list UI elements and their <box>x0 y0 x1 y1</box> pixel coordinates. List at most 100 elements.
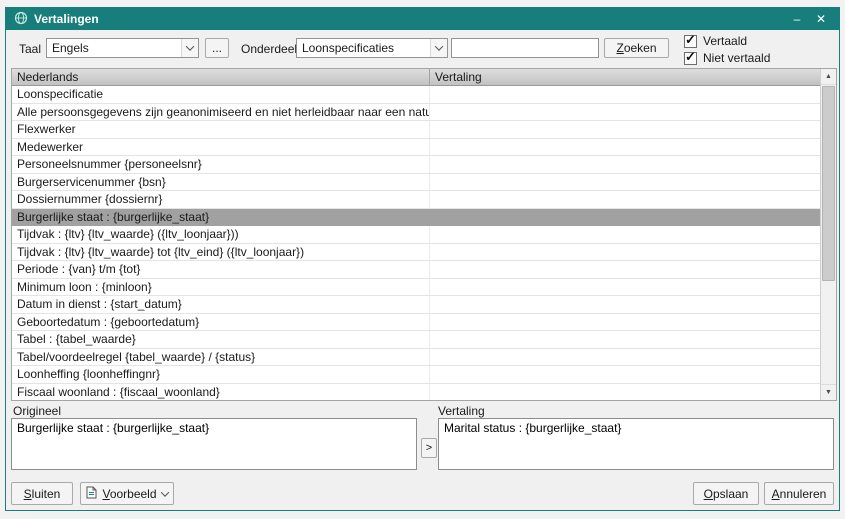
chevron-down-icon <box>181 39 198 57</box>
cell-vertaling <box>430 331 820 348</box>
cell-vertaling <box>430 139 820 156</box>
onderdeel-label: Onderdeel <box>241 42 297 56</box>
cell-nederlands: Dossiernummer {dossiernr} <box>12 191 430 208</box>
cell-nederlands: Personeelsnummer {personeelsnr} <box>12 156 430 173</box>
origineel-label: Origineel <box>13 404 61 418</box>
titlebar: Vertalingen – ✕ <box>6 8 839 30</box>
cell-vertaling <box>430 191 820 208</box>
cell-nederlands: Datum in dienst : {start_datum} <box>12 296 430 313</box>
cell-vertaling <box>430 121 820 138</box>
cell-nederlands: Alle persoonsgegevens zijn geanonimiseer… <box>12 104 430 121</box>
vertaald-checkbox-label: Vertaald <box>703 34 747 48</box>
translations-table: Nederlands Vertaling Loonspecificatie Al… <box>11 68 837 401</box>
preview-icon <box>86 486 97 502</box>
cell-nederlands: Geboortedatum : {geboortedatum} <box>12 314 430 331</box>
taal-combobox[interactable]: Engels <box>46 38 199 58</box>
table-row[interactable]: Datum in dienst : {start_datum} <box>12 296 820 314</box>
vertaling-textarea[interactable]: Marital status : {burgerlijke_staat} <box>438 418 834 470</box>
cell-vertaling <box>430 86 820 103</box>
cell-vertaling <box>430 349 820 366</box>
table-row[interactable]: Tijdvak : {ltv} {ltv_waarde} ({ltv_loonj… <box>12 226 820 244</box>
cell-vertaling <box>430 174 820 191</box>
column-header-nederlands[interactable]: Nederlands <box>12 69 430 85</box>
cell-nederlands: Burgerservicenummer {bsn} <box>12 174 430 191</box>
checkbox-box: ✓ <box>684 52 697 65</box>
cell-nederlands: Medewerker <box>12 139 430 156</box>
annuleren-button[interactable]: Annuleren <box>764 482 834 505</box>
table-body: Loonspecificatie Alle persoonsgegevens z… <box>12 86 820 400</box>
taal-combobox-value: Engels <box>47 41 181 55</box>
chevron-down-icon <box>430 39 447 57</box>
table-row[interactable]: Tijdvak : {ltv} {ltv_waarde} tot {ltv_ei… <box>12 244 820 262</box>
niet-vertaald-checkbox-label: Niet vertaald <box>703 51 770 65</box>
cell-nederlands: Tabel/voordeelregel {tabel_waarde} / {st… <box>12 349 430 366</box>
cell-vertaling <box>430 296 820 313</box>
vertaald-checkbox[interactable]: ✓ Vertaald <box>684 33 770 49</box>
filter-checkboxes: ✓ Vertaald ✓ Niet vertaald <box>684 33 770 67</box>
table-row[interactable]: Medewerker <box>12 139 820 157</box>
table-row[interactable]: Loonspecificatie <box>12 86 820 104</box>
cell-vertaling <box>430 261 820 278</box>
cell-vertaling <box>430 209 820 226</box>
vertalingen-dialog: Vertalingen – ✕ Taal Engels ... Onderdee… <box>5 7 840 511</box>
table-row[interactable]: Loonheffing {loonheffingnr} <box>12 366 820 384</box>
more-languages-button[interactable]: ... <box>205 38 229 58</box>
scroll-thumb[interactable] <box>822 86 835 281</box>
table-header: Nederlands Vertaling <box>12 69 820 86</box>
cell-nederlands: Periode : {van} t/m {tot} <box>12 261 430 278</box>
zoeken-button[interactable]: Zoeken <box>604 38 669 58</box>
table-row[interactable]: Geboortedatum : {geboortedatum} <box>12 314 820 332</box>
table-row[interactable]: Personeelsnummer {personeelsnr} <box>12 156 820 174</box>
voorbeeld-button[interactable]: Voorbeeld <box>80 482 174 505</box>
minimize-button[interactable]: – <box>787 12 807 26</box>
cell-nederlands: Flexwerker <box>12 121 430 138</box>
close-button[interactable]: ✕ <box>811 12 831 26</box>
onderdeel-combobox[interactable]: Loonspecificaties <box>296 38 448 58</box>
cell-vertaling <box>430 279 820 296</box>
scrollbar[interactable]: ▲ ▼ <box>820 69 836 400</box>
cell-vertaling <box>430 156 820 173</box>
cell-nederlands: Tijdvak : {ltv} {ltv_waarde} ({ltv_loonj… <box>12 226 430 243</box>
check-icon: ✓ <box>685 32 696 48</box>
cell-nederlands: Tijdvak : {ltv} {ltv_waarde} tot {ltv_ei… <box>12 244 430 261</box>
scroll-up-button[interactable]: ▲ <box>821 69 836 85</box>
origineel-textarea[interactable]: Burgerlijke staat : {burgerlijke_staat} <box>11 418 417 470</box>
cell-vertaling <box>430 226 820 243</box>
scroll-down-button[interactable]: ▼ <box>821 384 836 400</box>
vertaling-label: Vertaling <box>438 404 485 418</box>
sluiten-button[interactable]: Sluiten <box>11 482 73 505</box>
cell-nederlands: Tabel : {tabel_waarde} <box>12 331 430 348</box>
cell-nederlands: Burgerlijke staat : {burgerlijke_staat} <box>12 209 430 226</box>
table-row[interactable]: Tabel/voordeelregel {tabel_waarde} / {st… <box>12 349 820 367</box>
cell-vertaling <box>430 104 820 121</box>
table-row[interactable]: Burgerlijke staat : {burgerlijke_staat} <box>12 209 820 227</box>
opslaan-button[interactable]: Opslaan <box>693 482 759 505</box>
table-row[interactable]: Periode : {van} t/m {tot} <box>12 261 820 279</box>
chevron-down-icon <box>160 488 168 496</box>
taal-label: Taal <box>19 42 41 56</box>
niet-vertaald-checkbox[interactable]: ✓ Niet vertaald <box>684 50 770 66</box>
table-row[interactable]: Dossiernummer {dossiernr} <box>12 191 820 209</box>
table-row[interactable]: Burgerservicenummer {bsn} <box>12 174 820 192</box>
table-row[interactable]: Fiscaal woonland : {fiscaal_woonland} <box>12 384 820 401</box>
table-row[interactable]: Minimum loon : {minloon} <box>12 279 820 297</box>
cell-vertaling <box>430 384 820 401</box>
globe-icon <box>14 11 28 28</box>
column-header-vertaling[interactable]: Vertaling <box>430 69 820 85</box>
search-input[interactable] <box>451 38 599 58</box>
cell-nederlands: Fiscaal woonland : {fiscaal_woonland} <box>12 384 430 401</box>
cell-vertaling <box>430 244 820 261</box>
cell-vertaling <box>430 314 820 331</box>
check-icon: ✓ <box>685 49 696 65</box>
table-row[interactable]: Flexwerker <box>12 121 820 139</box>
cell-nederlands: Loonspecificatie <box>12 86 430 103</box>
window-title: Vertalingen <box>34 12 783 26</box>
cell-nederlands: Loonheffing {loonheffingnr} <box>12 366 430 383</box>
transfer-button[interactable]: > <box>421 438 437 458</box>
table-row[interactable]: Alle persoonsgegevens zijn geanonimiseer… <box>12 104 820 122</box>
table-row[interactable]: Tabel : {tabel_waarde} <box>12 331 820 349</box>
cell-nederlands: Minimum loon : {minloon} <box>12 279 430 296</box>
checkbox-box: ✓ <box>684 35 697 48</box>
onderdeel-combobox-value: Loonspecificaties <box>297 41 430 55</box>
cell-vertaling <box>430 366 820 383</box>
